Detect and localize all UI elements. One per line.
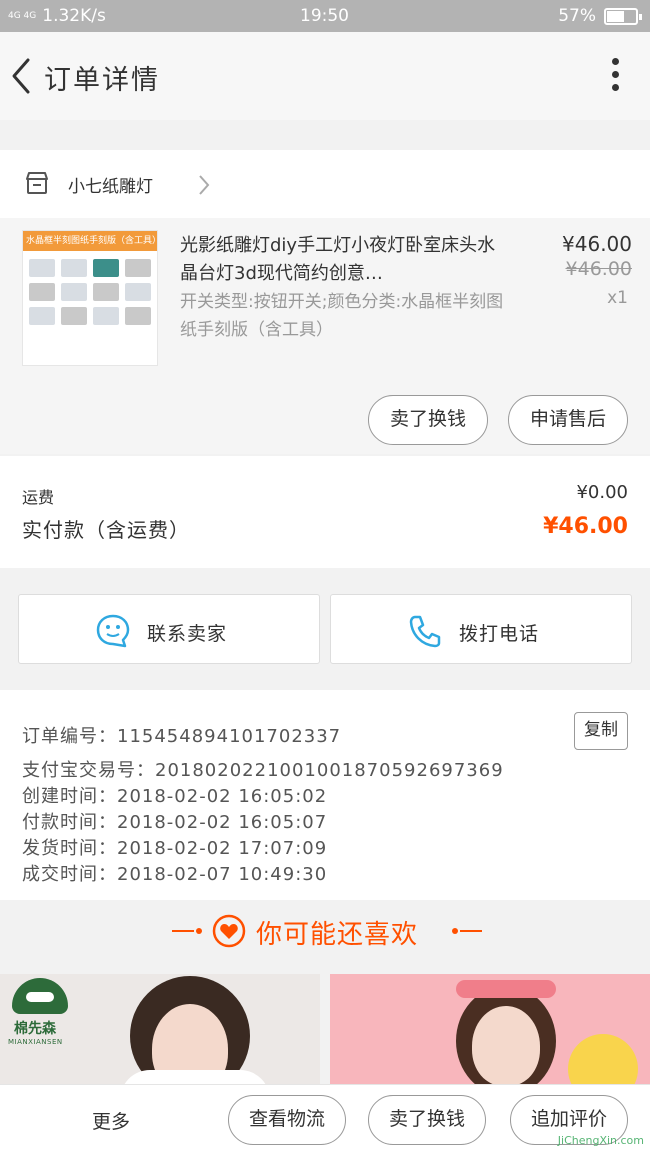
brand-name-cn: 棉先森: [14, 1021, 56, 1037]
divider-dot: [452, 928, 458, 934]
shipping-value: ¥0.00: [576, 482, 628, 503]
shipped-time: 发货时间：2018-02-02 17:07:09: [22, 838, 328, 859]
status-time: 19:50: [300, 6, 349, 26]
recommend-product-image[interactable]: [330, 974, 650, 1084]
divider-line: [460, 930, 482, 932]
alipay-transaction-number: 支付宝交易号：2018020221001001870592697369: [22, 760, 504, 781]
order-number: 订单编号：115454894101702337: [22, 726, 342, 747]
order-totals: 运费 ¥0.00 实付款（含运费） ¥46.00: [0, 456, 650, 568]
more-menu-icon[interactable]: [610, 58, 620, 94]
created-time: 创建时间：2018-02-02 16:05:02: [22, 786, 328, 807]
product-original-price: ¥46.00: [565, 258, 632, 280]
chat-bubble-icon: [96, 614, 130, 648]
sell-for-cash-button[interactable]: 卖了换钱: [368, 1095, 486, 1145]
divider-line: [172, 930, 194, 932]
shop-name: 小七纸雕灯: [68, 177, 153, 197]
store-icon: [26, 172, 48, 194]
recommend-header: 你可能还喜欢: [0, 900, 650, 962]
signal-icon: 4G 4G: [8, 10, 37, 21]
copy-button[interactable]: 复制: [574, 712, 628, 750]
brand-hat-icon: [12, 978, 68, 1014]
brand-logo: 棉先森 MIANXIANSEN: [6, 978, 76, 1054]
recommend-title: 你可能还喜欢: [256, 920, 419, 950]
view-logistics-button[interactable]: 查看物流: [228, 1095, 346, 1145]
payment-time: 付款时间：2018-02-02 16:05:07: [22, 812, 328, 833]
product-thumbnail[interactable]: 水晶框半刻图纸手刻版（含工具）: [22, 230, 158, 366]
shop-row[interactable]: 小七纸雕灯: [0, 150, 650, 218]
model-pajamas: [120, 1070, 270, 1084]
thumbnail-banner: 水晶框半刻图纸手刻版（含工具）: [23, 231, 157, 251]
contact-seller-button[interactable]: 联系卖家: [18, 594, 320, 664]
page-title: 订单详情: [44, 65, 160, 96]
battery-percent: 57%: [558, 6, 596, 26]
watermark: JiChengXin.com: [557, 1134, 644, 1147]
product-price: ¥46.00: [562, 232, 632, 256]
order-info: 订单编号：115454894101702337 复制 支付宝交易号：201802…: [0, 690, 650, 900]
shipping-label: 运费: [22, 488, 55, 507]
completed-time: 成交时间：2018-02-07 10:49:30: [22, 864, 328, 885]
app-header: 订单详情: [0, 32, 650, 120]
product-title[interactable]: 光影纸雕灯diy手工灯小夜灯卧室床头水晶台灯3d现代简约创意…: [180, 232, 500, 288]
thumbnail-tool-grid: [23, 251, 157, 333]
battery-indicator: 57%: [558, 6, 642, 26]
product-sku: 开关类型:按钮开关;颜色分类:水晶框半刻图纸手刻版（含工具）: [180, 292, 504, 340]
back-arrow-icon[interactable]: [6, 54, 36, 98]
brand-name-en: MIANXIANSEN: [8, 1038, 63, 1046]
divider-dot: [196, 928, 202, 934]
paid-value: ¥46.00: [543, 514, 628, 539]
contact-seller-label: 联系卖家: [147, 623, 228, 645]
model-headband: [456, 980, 556, 998]
paid-label: 实付款（含运费）: [22, 518, 190, 542]
call-phone-button[interactable]: 拨打电话: [330, 594, 632, 664]
model-face: [472, 1006, 540, 1084]
status-bar: 4G 4G 1.32K/s 19:50 57%: [0, 0, 650, 32]
contact-section: 联系卖家 拨打电话: [0, 582, 650, 676]
battery-icon: [604, 7, 642, 25]
battery-fill: [607, 10, 625, 22]
network-speed: 1.32K/s: [42, 6, 106, 26]
heart-icon: [212, 914, 246, 948]
chevron-right-icon: [199, 175, 210, 195]
sell-for-cash-button[interactable]: 卖了换钱: [368, 395, 488, 445]
phone-icon: [409, 615, 441, 648]
product-item[interactable]: 水晶框半刻图纸手刻版（含工具） 光影纸雕灯diy手工灯小夜灯卧室床头水晶台灯3d…: [0, 218, 650, 454]
apply-after-sales-button[interactable]: 申请售后: [508, 395, 628, 445]
call-phone-label: 拨打电话: [459, 623, 540, 645]
bottom-action-bar: 更多 查看物流 卖了换钱 追加评价 JiChengXin.com: [0, 1084, 650, 1155]
more-button[interactable]: 更多: [92, 1107, 130, 1134]
network-indicator: 4G 4G 1.32K/s: [8, 6, 106, 26]
recommend-product-image[interactable]: 棉先森 MIANXIANSEN: [0, 974, 320, 1084]
decor-circle: [568, 1034, 638, 1084]
product-quantity: x1: [607, 288, 628, 308]
